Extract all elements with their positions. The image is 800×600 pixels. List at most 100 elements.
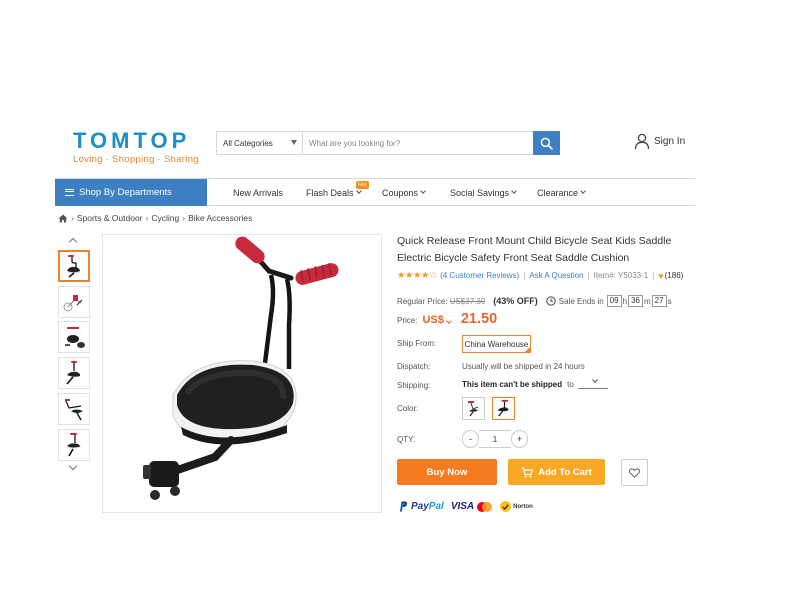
breadcrumb-separator: › — [182, 213, 186, 223]
heart-outline-icon — [629, 467, 640, 478]
chevron-down-icon — [591, 376, 598, 383]
shop-by-departments-button[interactable]: Shop By Departments — [55, 179, 207, 206]
dispatch-value: Usually will be shipped in 24 hours — [462, 362, 585, 371]
heart-icon[interactable]: ♥ — [658, 271, 663, 281]
nav-label: Clearance — [537, 187, 579, 198]
ship-from-option[interactable]: China Warehouse — [462, 335, 531, 353]
main-nav: Shop By Departments New Arrivals Flash D… — [55, 178, 695, 206]
shipping-row: This item can't be shipped to — [462, 376, 608, 389]
timer-minutes-unit: m — [643, 296, 651, 306]
product-title: Quick Release Front Mount Child Bicycle … — [397, 235, 672, 264]
divider: | — [652, 271, 655, 280]
color-option-image — [497, 399, 509, 417]
color-label: Color: — [397, 404, 419, 413]
add-to-cart-button[interactable]: Add To Cart — [508, 459, 605, 485]
price-row: Price: US$ 21.50 — [397, 311, 497, 327]
dispatch-label: Dispatch: — [397, 362, 431, 371]
thumbnail[interactable] — [58, 286, 90, 318]
color-option[interactable] — [462, 397, 485, 420]
thumbnail[interactable] — [58, 321, 90, 353]
logo-wordmark: TOMTOP — [73, 128, 191, 153]
price-label: Price: — [397, 316, 418, 325]
tomtop-logo[interactable]: TOMTOP Loving · Shopping · Sharing — [73, 128, 199, 166]
menu-icon — [65, 189, 74, 196]
nav-social-savings[interactable]: Social Savings — [450, 179, 517, 206]
product-thumbnail-image — [66, 361, 81, 385]
qty-plus-button[interactable]: + — [511, 430, 528, 448]
nav-clearance[interactable]: Clearance — [537, 179, 586, 206]
thumbnail[interactable] — [58, 429, 90, 461]
thumbnail[interactable] — [58, 357, 90, 389]
currency-selector[interactable]: US$ — [422, 314, 452, 326]
buy-now-button[interactable]: Buy Now — [397, 459, 497, 485]
cart-icon — [521, 466, 534, 478]
wishlist-button[interactable] — [621, 459, 648, 486]
breadcrumb-separator: › — [145, 213, 149, 223]
caret-down-icon — [291, 140, 297, 145]
home-icon[interactable] — [58, 214, 68, 223]
chevron-down-icon — [355, 188, 362, 194]
quantity-stepper: - + — [462, 430, 528, 448]
search-button[interactable] — [533, 131, 560, 155]
qty-label: QTY: — [397, 435, 416, 444]
sign-in-label: Sign In — [654, 136, 686, 147]
ship-from-value: China Warehouse — [464, 339, 529, 349]
ship-from-label: Ship From: — [397, 339, 437, 348]
nav-label: Coupons — [382, 187, 419, 198]
thumbs-up-arrow-icon[interactable] — [68, 237, 78, 247]
search-category-label: All Categories — [223, 138, 273, 148]
thumbnail[interactable] — [58, 250, 90, 282]
nav-label: New Arrivals — [233, 187, 284, 198]
qty-minus-button[interactable]: - — [462, 430, 479, 448]
product-thumbnail-image — [63, 295, 83, 312]
search-bar: All Categories — [216, 131, 560, 155]
chevron-down-icon — [511, 188, 517, 194]
color-option-image — [468, 401, 479, 417]
breadcrumb: › Sports & Outdoor › Cycling › Bike Acce… — [58, 213, 252, 223]
logo-tagline: Loving · Shopping · Sharing — [73, 154, 199, 165]
product-thumbnail-image — [65, 327, 85, 348]
norton-badge: Norton — [500, 501, 533, 512]
shipping-country-select[interactable] — [577, 376, 608, 389]
shipping-to-label: to — [567, 380, 574, 389]
paypal-text-b: Pal — [428, 501, 444, 512]
like-count: (186) — [664, 271, 684, 280]
breadcrumb-item[interactable]: Bike Accessories — [188, 213, 252, 223]
breadcrumb-item[interactable]: Sports & Outdoor — [77, 213, 143, 223]
nav-coupons[interactable]: Coupons — [382, 179, 426, 206]
divider: | — [587, 271, 590, 280]
regular-price: US$37.30 — [449, 296, 486, 306]
main-product-image[interactable] — [102, 234, 382, 513]
search-icon — [540, 137, 553, 150]
currency-label: US$ — [422, 314, 444, 326]
product-thumbnail-image — [67, 255, 81, 278]
search-category-select[interactable]: All Categories — [217, 132, 303, 154]
divider: | — [523, 271, 526, 280]
item-number: Item#: Y5033-1 — [593, 271, 649, 280]
breadcrumb-item[interactable]: Cycling — [151, 213, 179, 223]
clock-icon — [546, 296, 556, 306]
rating-row: ★★★★☆ (4 Customer Reviews) | Ask A Quest… — [397, 270, 683, 281]
paypal-logo: PayPal — [411, 501, 444, 512]
sign-in-link[interactable]: Sign In — [634, 133, 685, 150]
nav-new-arrivals[interactable]: New Arrivals — [233, 179, 283, 206]
product-thumbnail-image — [66, 433, 81, 457]
discount-percent: (43% OFF) — [493, 296, 538, 306]
selected-corner-icon — [524, 346, 531, 353]
visa-logo: VISA — [450, 501, 475, 512]
nav-flash-deals[interactable]: Flash Deals — [306, 179, 362, 206]
color-option-selected[interactable] — [492, 397, 515, 420]
departments-label: Shop By Departments — [79, 187, 172, 198]
buy-now-label: Buy Now — [426, 466, 468, 478]
sale-ends-label: Sale Ends in — [558, 296, 604, 306]
reviews-link[interactable]: (4 Customer Reviews) — [440, 271, 519, 280]
quantity-input[interactable] — [479, 430, 511, 448]
thumbnail[interactable] — [58, 393, 90, 425]
ask-question-link[interactable]: Ask A Question — [529, 271, 583, 280]
nav-label: Social Savings — [450, 187, 510, 198]
chevron-down-icon — [446, 318, 452, 324]
thumbs-down-arrow-icon[interactable] — [68, 461, 78, 471]
regular-price-row: Regular Price: US$37.30 (43% OFF) Sale E… — [397, 295, 672, 307]
sale-timer: Sale Ends in 09 h 36 m 27 s — [546, 295, 672, 307]
search-input[interactable] — [303, 132, 533, 154]
